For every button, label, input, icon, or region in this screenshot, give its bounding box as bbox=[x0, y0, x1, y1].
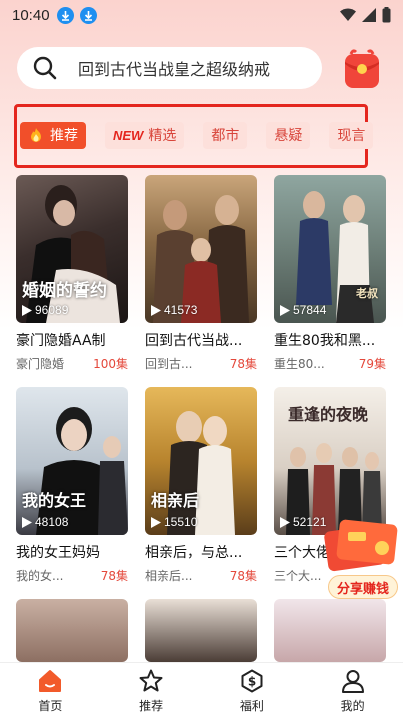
poster-title-overlay: 老叔 bbox=[356, 287, 378, 300]
tab-label: 悬疑 bbox=[274, 128, 303, 144]
new-badge: NEW bbox=[113, 127, 144, 143]
nav-label: 推荐 bbox=[139, 699, 164, 713]
poster-image: 重逢的夜晚 52121 bbox=[274, 387, 386, 535]
poster-title-overlay: 婚姻的誓约 bbox=[22, 281, 107, 301]
poster-title-overlay: 重逢的夜晚 bbox=[288, 405, 369, 424]
play-count: 48108 bbox=[22, 515, 68, 529]
nav-recommend[interactable]: 推荐 bbox=[101, 663, 202, 716]
card-desc: 回到古... bbox=[145, 357, 193, 371]
card-desc: 我的女... bbox=[16, 569, 64, 583]
home-icon bbox=[39, 670, 62, 692]
card-title: 回到古代当战... bbox=[145, 333, 243, 349]
card-title: 重生80我和黑... bbox=[274, 333, 376, 349]
poster-title-overlay: 我的女王 bbox=[22, 491, 87, 510]
tab-label: 精选 bbox=[148, 128, 177, 144]
drama-card[interactable]: 老叔 57844 重生80我和黑... 重生80... 79集 bbox=[274, 175, 386, 372]
drama-card[interactable]: 婚姻的誓约 96089 豪门隐婚AA制 豪门隐婚 100集 bbox=[16, 175, 128, 372]
card-meta: 重生80... 79集 bbox=[274, 355, 386, 372]
category-tabs: 推荐 NEW 精选 都市 悬疑 现言 bbox=[14, 121, 403, 149]
search-icon bbox=[33, 56, 57, 80]
card-desc: 三个大... bbox=[274, 569, 322, 583]
drama-card[interactable]: 我的女王 48108 我的女王妈妈 我的女... 78集 bbox=[16, 387, 128, 584]
play-icon bbox=[22, 516, 32, 528]
tab-label: 推荐 bbox=[50, 128, 78, 144]
user-icon bbox=[341, 670, 364, 693]
dollar-icon: $ bbox=[241, 669, 263, 693]
drama-card[interactable]: 41573 回到古代当战... 回到古... 78集 bbox=[145, 175, 257, 372]
download-icon bbox=[79, 6, 97, 24]
card-title: 相亲后，与总... bbox=[145, 545, 243, 561]
card-meta: 回到古... 78集 bbox=[145, 355, 257, 372]
poster-image: 婚姻的誓约 96089 bbox=[16, 175, 128, 323]
nav-profile[interactable]: 我的 bbox=[302, 663, 403, 716]
card-meta: 我的女... 78集 bbox=[16, 567, 128, 584]
episode-count: 100集 bbox=[93, 357, 128, 371]
card-meta: 相亲后... 78集 bbox=[145, 567, 257, 584]
poster-image: 老叔 57844 bbox=[274, 175, 386, 323]
poster-image: 我的女王 48108 bbox=[16, 387, 128, 535]
play-count: 41573 bbox=[151, 303, 197, 317]
episode-count: 78集 bbox=[229, 357, 257, 371]
share-earn-float[interactable]: 分享赚钱 bbox=[318, 518, 403, 603]
svg-text:$: $ bbox=[248, 675, 256, 689]
poster-image: 41573 bbox=[145, 175, 257, 323]
star-icon bbox=[139, 669, 163, 692]
episode-count: 78集 bbox=[100, 569, 128, 583]
tab-label: 都市 bbox=[211, 128, 240, 144]
card-desc: 重生80... bbox=[274, 357, 325, 371]
play-count: 57844 bbox=[280, 303, 326, 317]
play-icon bbox=[280, 516, 290, 528]
tab-urban[interactable]: 都市 bbox=[203, 121, 248, 149]
red-packet-icon[interactable] bbox=[340, 48, 384, 92]
poster-image: 相亲后 15510 bbox=[145, 387, 257, 535]
status-time: 10:40 bbox=[12, 6, 50, 24]
battery-icon bbox=[382, 7, 391, 23]
card-title: 我的女王妈妈 bbox=[16, 545, 100, 561]
flame-icon bbox=[31, 128, 41, 142]
tab-featured[interactable]: NEW 精选 bbox=[105, 121, 185, 149]
tab-romance[interactable]: 现言 bbox=[329, 121, 374, 149]
play-icon bbox=[151, 516, 161, 528]
search-bar[interactable]: 回到古代当战皇之超级纳戒 bbox=[17, 47, 322, 89]
nav-label: 福利 bbox=[239, 699, 264, 713]
nav-label: 我的 bbox=[340, 699, 365, 713]
poster-image[interactable] bbox=[274, 599, 386, 662]
wifi-icon bbox=[340, 8, 356, 21]
play-count: 96089 bbox=[22, 303, 68, 317]
episode-count: 78集 bbox=[229, 569, 257, 583]
play-icon bbox=[280, 304, 290, 316]
tab-suspense[interactable]: 悬疑 bbox=[266, 121, 311, 149]
signal-icon bbox=[362, 8, 376, 22]
download-icon bbox=[56, 6, 74, 24]
search-suggestion-text: 回到古代当战皇之超级纳戒 bbox=[78, 60, 271, 79]
play-count: 15510 bbox=[151, 515, 197, 529]
play-icon bbox=[22, 304, 32, 316]
nav-home[interactable]: 首页 bbox=[0, 663, 101, 716]
bottom-nav: 首页 推荐 $ 福利 我的 bbox=[0, 662, 403, 716]
tab-label: 现言 bbox=[337, 128, 366, 144]
play-icon bbox=[151, 304, 161, 316]
episode-count: 79集 bbox=[358, 357, 386, 371]
poster-image[interactable] bbox=[16, 599, 128, 662]
drama-card[interactable]: 相亲后 15510 相亲后，与总... 相亲后... 78集 bbox=[145, 387, 257, 584]
poster-title-overlay: 相亲后 bbox=[151, 491, 200, 510]
poster-image[interactable] bbox=[145, 599, 257, 662]
nav-label: 首页 bbox=[38, 699, 63, 713]
share-label: 分享赚钱 bbox=[328, 575, 398, 599]
nav-welfare[interactable]: $ 福利 bbox=[202, 663, 303, 716]
tab-recommend[interactable]: 推荐 bbox=[20, 121, 86, 149]
card-desc: 相亲后... bbox=[145, 569, 193, 583]
money-envelope-icon bbox=[324, 519, 398, 572]
status-bar: 10:40 bbox=[0, 0, 403, 30]
card-meta: 豪门隐婚 100集 bbox=[16, 355, 128, 372]
card-title: 豪门隐婚AA制 bbox=[16, 333, 106, 349]
card-desc: 豪门隐婚 bbox=[16, 357, 65, 371]
